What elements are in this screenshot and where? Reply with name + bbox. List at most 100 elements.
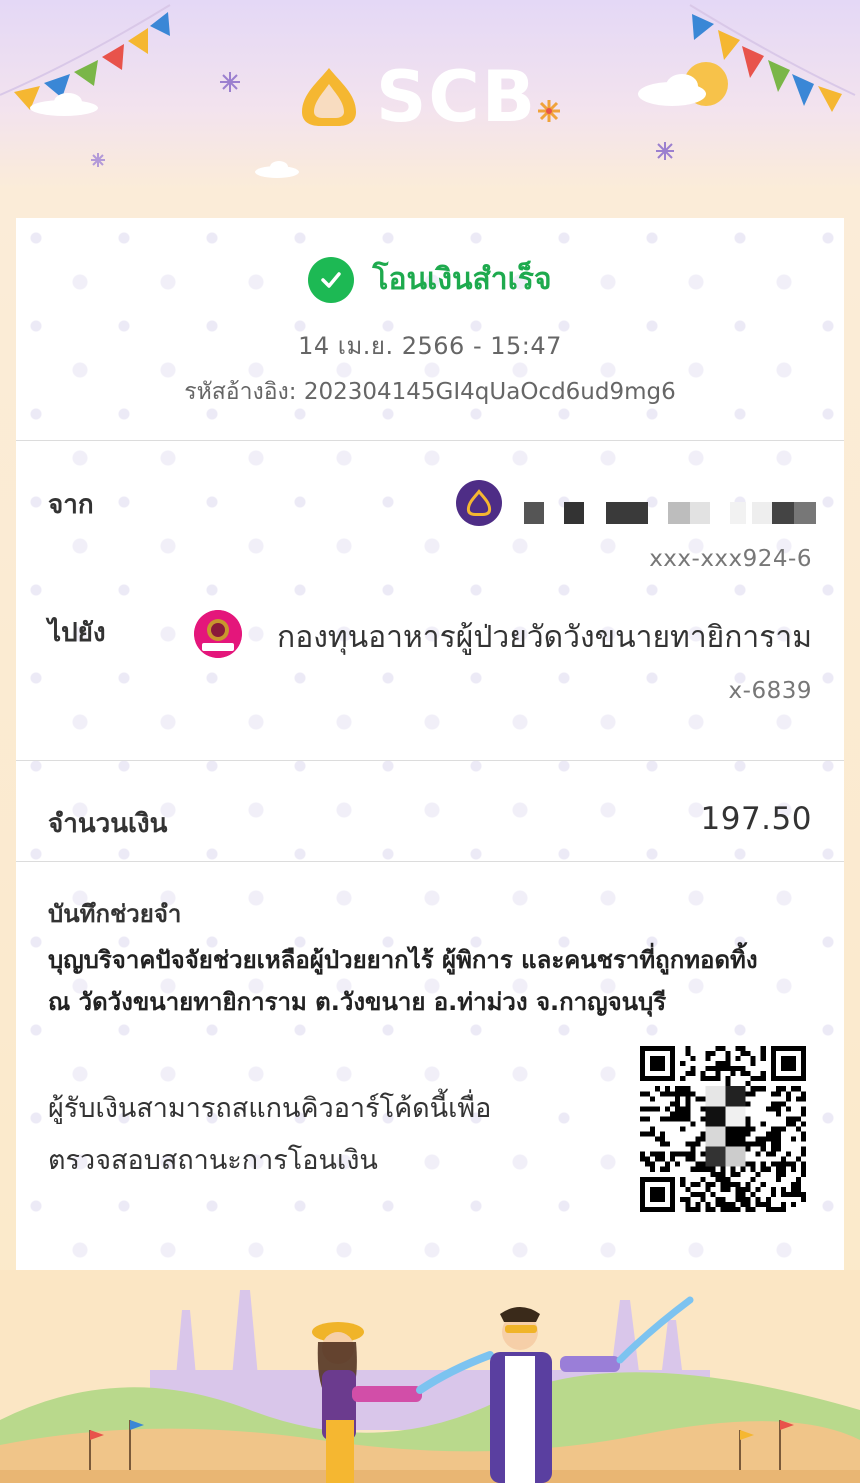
qr-module (685, 1116, 691, 1122)
qr-module (775, 1146, 781, 1152)
qr-module (640, 1156, 646, 1162)
sparkle-icon (538, 100, 560, 122)
qr-module (645, 1106, 651, 1112)
qr-module (705, 1056, 711, 1062)
qr-module (745, 1186, 751, 1192)
qr-module (745, 1121, 751, 1127)
qr-module (700, 1161, 706, 1167)
to-account: x-6839 (728, 678, 812, 704)
qr-module (640, 1091, 646, 1097)
qr-module (675, 1151, 681, 1157)
qr-module (665, 1091, 671, 1097)
qr-module (725, 1051, 731, 1057)
qr-module (675, 1161, 681, 1167)
qr-module (695, 1161, 701, 1167)
divider (16, 861, 844, 862)
qr-module (685, 1091, 691, 1097)
qr-module (790, 1186, 796, 1192)
qr-module (655, 1156, 661, 1162)
from-account: xxx-xxx924-6 (649, 546, 812, 572)
qr-module (740, 1046, 746, 1052)
qr-module (785, 1091, 791, 1097)
qr-module (670, 1151, 676, 1157)
qr-module (720, 1176, 726, 1182)
qr-module (715, 1171, 721, 1177)
qr-module (700, 1166, 706, 1172)
qr-module (795, 1191, 801, 1197)
qr-module (755, 1196, 761, 1202)
qr-module (640, 1131, 646, 1137)
qr-module (685, 1051, 691, 1057)
qr-module (695, 1136, 701, 1142)
qr-module (760, 1051, 766, 1057)
qr-module (665, 1141, 671, 1147)
qr-module (660, 1156, 666, 1162)
qr-module (710, 1051, 716, 1057)
qr-module (685, 1141, 691, 1147)
to-label: ไปยัง (48, 618, 106, 648)
qr-module (800, 1151, 806, 1157)
qr-module (745, 1196, 751, 1202)
qr-module (770, 1126, 776, 1132)
qr-module (690, 1066, 696, 1072)
qr-module (800, 1191, 806, 1197)
qr-module (730, 1066, 736, 1072)
qr-module (770, 1151, 776, 1157)
qr-module (725, 1081, 731, 1087)
qr-module (730, 1181, 736, 1187)
qr-module (765, 1151, 771, 1157)
qr-module (730, 1071, 736, 1077)
qr-module (730, 1166, 736, 1172)
qr-module (770, 1106, 776, 1112)
qr-module (775, 1206, 781, 1212)
qr-module (755, 1086, 761, 1092)
qr-module (670, 1156, 676, 1162)
qr-module (780, 1201, 786, 1207)
qr-module (705, 1066, 711, 1072)
qr-module (765, 1166, 771, 1172)
qr-module (735, 1066, 741, 1072)
qr-module (740, 1196, 746, 1202)
qr-module (640, 1106, 646, 1112)
qr-module (790, 1181, 796, 1187)
qr-module (650, 1096, 656, 1102)
qr-module (745, 1201, 751, 1207)
qr-module (720, 1201, 726, 1207)
qr-module (785, 1116, 791, 1122)
qr-module (740, 1071, 746, 1077)
qr-module (685, 1106, 691, 1112)
qr-module (710, 1181, 716, 1187)
qr-module (650, 1161, 656, 1167)
qr-module (750, 1061, 756, 1067)
qr-module (740, 1186, 746, 1192)
qr-module (705, 1051, 711, 1057)
qr-module (690, 1071, 696, 1077)
qr-module (755, 1186, 761, 1192)
qr-module (735, 1196, 741, 1202)
qr-module (745, 1131, 751, 1137)
qr-module (685, 1071, 691, 1077)
qr-module (680, 1126, 686, 1132)
qr-module (680, 1061, 686, 1067)
qr-module (650, 1126, 656, 1132)
qr-module (715, 1066, 721, 1072)
qr-code[interactable] (640, 1046, 806, 1212)
qr-module (660, 1151, 666, 1157)
qr-module (765, 1131, 771, 1137)
qr-module (745, 1146, 751, 1152)
qr-module (675, 1101, 681, 1107)
qr-module (735, 1191, 741, 1197)
qr-module (710, 1076, 716, 1082)
scb-logo-icon (302, 68, 356, 126)
qr-module (785, 1121, 791, 1127)
qr-module (760, 1076, 766, 1082)
qr-module (735, 1171, 741, 1177)
qr-module (710, 1066, 716, 1072)
qr-module (790, 1121, 796, 1127)
qr-module (745, 1181, 751, 1187)
qr-module (705, 1206, 711, 1212)
qr-module (660, 1116, 666, 1122)
qr-module (790, 1161, 796, 1167)
qr-module (645, 1156, 651, 1162)
qr-module (750, 1191, 756, 1197)
